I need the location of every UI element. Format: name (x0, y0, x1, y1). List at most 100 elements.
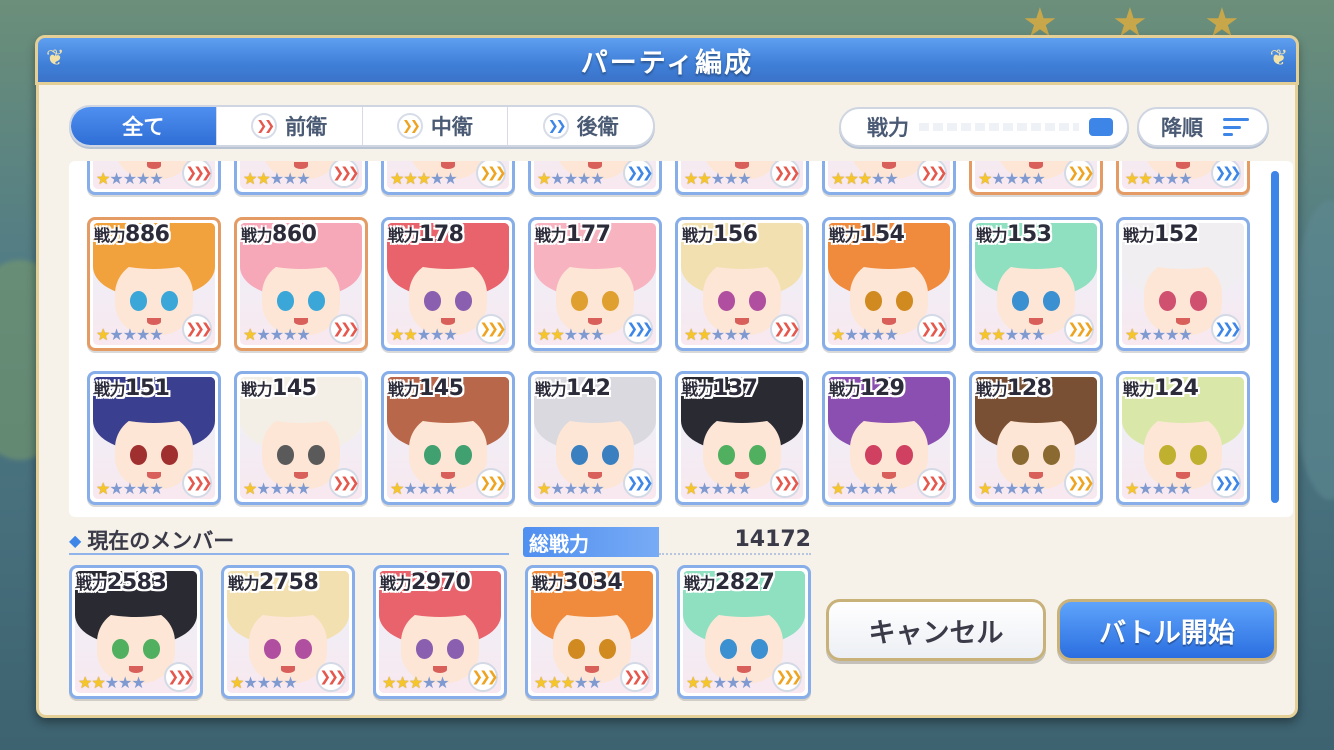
star-icon: ★ (78, 673, 92, 692)
star-icon: ★ (857, 325, 872, 344)
roster-card-partial[interactable]: ★★★★★ ❯❯❯ (87, 161, 221, 195)
party-member-card[interactable]: 戦力3034 ★★★★★ ❯❯❯ (525, 565, 659, 699)
roster-card[interactable]: 戦力177 ★★★★★ ❯❯❯ (528, 217, 662, 351)
star-icon: ★ (149, 169, 163, 188)
members-heading-label: 現在のメンバー (87, 529, 235, 553)
power-prefix: 戦力 (684, 574, 716, 593)
roster-card-partial[interactable]: ★★★★★ ❯❯❯ (1116, 161, 1250, 195)
power-value: 153 (1007, 222, 1052, 247)
star-icon: ★ (724, 479, 738, 498)
roster-card[interactable]: 戦力151 ★★★★★ ❯❯❯ (87, 371, 221, 505)
star-icon: ★ (590, 479, 604, 498)
tab-rearguard[interactable]: ❯❯ 後衛 (508, 107, 653, 145)
party-member-card[interactable]: 戦力2758 ★★★★★ ❯❯❯ (221, 565, 355, 699)
diamond-icon: ◆ (69, 530, 82, 550)
portrait-eye (864, 291, 882, 311)
tab-midguard[interactable]: ❯❯ 中衛 (363, 107, 509, 145)
star-icon: ★ (724, 325, 738, 344)
star-icon: ★ (547, 673, 561, 692)
power-value: 178 (419, 222, 464, 247)
star-rating: ★★★★★ (1125, 325, 1193, 344)
character-power: 戦力154 (829, 222, 905, 247)
roster-card-partial[interactable]: ★★★★★ ❯❯❯ (969, 161, 1103, 195)
roster-card[interactable]: 戦力178 ★★★★★ ❯❯❯ (381, 217, 515, 351)
roster-card-partial[interactable]: ★★★★★ ❯❯❯ (234, 161, 368, 195)
start-battle-button[interactable]: バトル開始 (1057, 599, 1277, 661)
power-value: 2583 (107, 570, 167, 595)
star-icon: ★ (256, 479, 270, 498)
cancel-button[interactable]: キャンセル (826, 599, 1046, 661)
roster-scrollbar-thumb[interactable] (1271, 171, 1279, 503)
sort-key-label: 戦力 (867, 116, 909, 140)
roster-card[interactable]: 戦力154 ★★★★★ ❯❯❯ (822, 217, 956, 351)
roster-card-partial[interactable]: ★★★★★ ❯❯❯ (822, 161, 956, 195)
star-icon: ★ (416, 479, 431, 498)
star-icon: ★ (831, 325, 845, 344)
roster-card[interactable]: 戦力145 ★★★★★ ❯❯❯ (381, 371, 515, 505)
roster-card-partial[interactable]: ★★★★★ ❯❯❯ (381, 161, 515, 195)
star-icon: ★ (1151, 325, 1166, 344)
character-power: 戦力145 (241, 376, 317, 401)
roster-card[interactable]: 戦力156 ★★★★★ ❯❯❯ (675, 217, 809, 351)
roster-card[interactable]: 戦力128 ★★★★★ ❯❯❯ (969, 371, 1103, 505)
power-value: 154 (860, 222, 905, 247)
star-icon: ★ (269, 325, 284, 344)
star-icon: ★ (1165, 479, 1179, 498)
power-value: 156 (713, 222, 758, 247)
position-chevron-icon: ❯❯❯ (623, 468, 654, 498)
star-icon: ★ (978, 169, 992, 188)
tab-label: 前衛 (285, 115, 328, 139)
star-icon: ★ (550, 325, 564, 344)
star-icon: ★ (534, 673, 548, 692)
roster-card[interactable]: 戦力142 ★★★★★ ❯❯❯ (528, 371, 662, 505)
star-icon: ★ (563, 479, 578, 498)
power-value: 145 (272, 376, 317, 401)
position-chevron-icon: ❯❯❯ (917, 314, 948, 344)
character-power: 戦力177 (535, 222, 611, 247)
character-roster-grid[interactable]: ★★★★★ ❯❯❯ ★★★★★ ❯❯❯ ★★★★★ ❯❯❯ ★★★★★ ❯❯❯ ★★★★★ ❯❯❯… (69, 161, 1293, 517)
position-chevron-icon: ❯❯❯ (770, 314, 801, 344)
position-chevron-icon: ❯❯❯ (182, 314, 213, 344)
roster-card[interactable]: 戦力124 ★★★★★ ❯❯❯ (1116, 371, 1250, 505)
star-rating: ★★★★★ (382, 673, 450, 692)
star-rating: ★★★★★ (831, 479, 899, 498)
star-icon: ★ (109, 169, 123, 188)
position-chevron-icon: ❯❯❯ (1211, 314, 1242, 344)
roster-card[interactable]: 戦力137 ★★★★★ ❯❯❯ (675, 371, 809, 505)
character-power: 戦力137 (682, 376, 758, 401)
portrait-eye (719, 639, 737, 659)
power-value: 137 (713, 376, 758, 401)
sort-order-button[interactable]: 降順 (1137, 107, 1269, 147)
power-value: 152 (1154, 222, 1199, 247)
position-chevron-icon: ❯❯❯ (164, 662, 195, 692)
roster-card[interactable]: 戦力886 ★★★★★ ❯❯❯ (87, 217, 221, 351)
party-member-card[interactable]: 戦力2583 ★★★★★ ❯❯❯ (69, 565, 203, 699)
tab-all[interactable]: 全て (71, 107, 217, 145)
roster-card[interactable]: 戦力129 ★★★★★ ❯❯❯ (822, 371, 956, 505)
position-chevron-icon: ❯❯❯ (1064, 314, 1095, 344)
position-chevron-icon: ❯❯❯ (623, 314, 654, 344)
tab-vanguard[interactable]: ❯❯ 前衛 (217, 107, 363, 145)
star-icon: ★ (577, 325, 591, 344)
roster-card-partial[interactable]: ★★★★★ ❯❯❯ (528, 161, 662, 195)
power-prefix: 戦力 (829, 226, 861, 245)
star-icon: ★ (408, 673, 423, 692)
party-member-card[interactable]: 戦力2827 ★★★★★ ❯❯❯ (677, 565, 811, 699)
star-icon: ★ (574, 673, 588, 692)
position-chevron-icon: ❯❯❯ (182, 468, 213, 498)
roster-scrollbar[interactable] (1271, 171, 1279, 503)
star-icon: ★ (1125, 325, 1139, 344)
party-member-card[interactable]: 戦力2970 ★★★★★ ❯❯❯ (373, 565, 507, 699)
star-icon: ★ (871, 169, 885, 188)
power-prefix: 戦力 (976, 380, 1008, 399)
roster-card[interactable]: 戦力145 ★★★★★ ❯❯❯ (234, 371, 368, 505)
roster-card[interactable]: 戦力860 ★★★★★ ❯❯❯ (234, 217, 368, 351)
power-value: 151 (125, 376, 170, 401)
roster-card[interactable]: 戦力152 ★★★★★ ❯❯❯ (1116, 217, 1250, 351)
sort-key-dropdown[interactable]: 戦力 (839, 107, 1129, 147)
position-chevron-icon: ❯❯❯ (476, 468, 507, 498)
star-icon: ★ (1178, 169, 1192, 188)
roster-card-partial[interactable]: ★★★★★ ❯❯❯ (675, 161, 809, 195)
star-icon: ★ (283, 169, 297, 188)
roster-card[interactable]: 戦力153 ★★★★★ ❯❯❯ (969, 217, 1103, 351)
